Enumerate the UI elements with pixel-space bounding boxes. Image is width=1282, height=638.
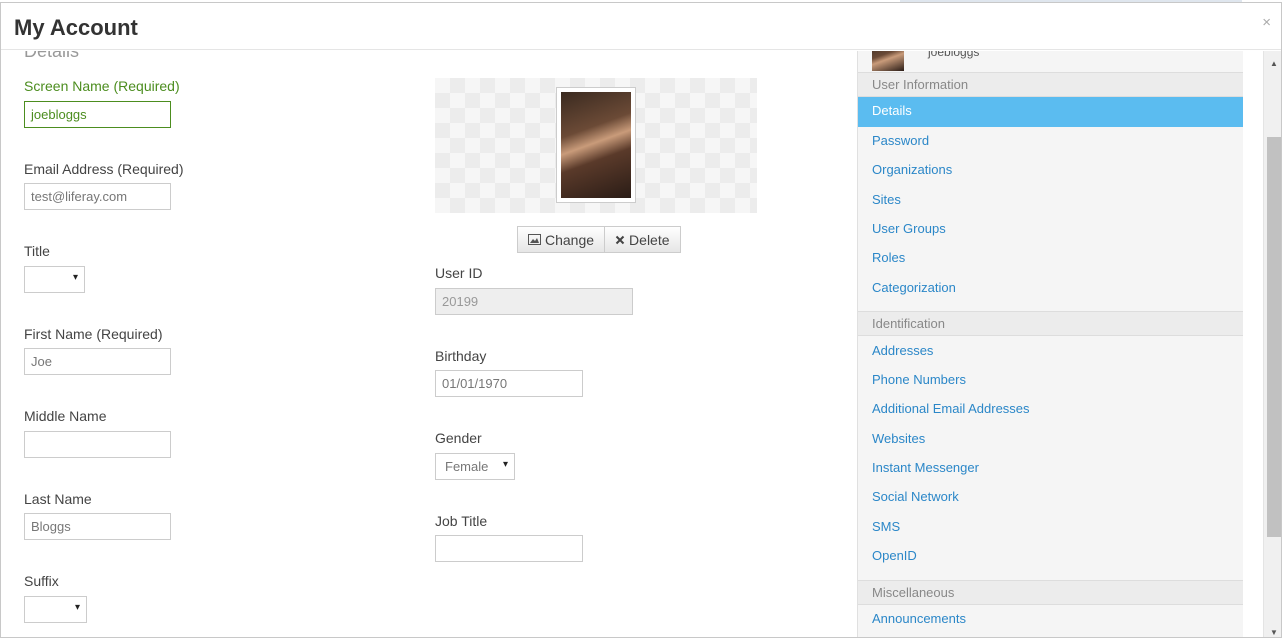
nav-item-openid[interactable]: OpenID bbox=[858, 542, 1243, 572]
change-label: Change bbox=[545, 231, 595, 248]
change-portrait-button[interactable]: Change bbox=[517, 226, 606, 253]
my-account-modal: My Account × Details Screen Name (Requir… bbox=[0, 2, 1282, 638]
user-name: joebloggs bbox=[928, 51, 980, 59]
middle-name-input[interactable] bbox=[24, 431, 171, 458]
first-name-input[interactable]: Joe bbox=[24, 348, 171, 375]
nav-item-instant-messenger[interactable]: Instant Messenger bbox=[858, 454, 1243, 484]
last-name-label: Last Name bbox=[24, 491, 92, 507]
nav-item-roles[interactable]: Roles bbox=[858, 244, 1243, 274]
title-select[interactable]: ▾ bbox=[24, 266, 85, 293]
suffix-select[interactable]: ▾ bbox=[24, 596, 87, 623]
screen-name-input[interactable]: joebloggs bbox=[24, 101, 171, 128]
nav-item-organizations[interactable]: Organizations bbox=[858, 156, 1243, 186]
gender-select-value: Female bbox=[445, 459, 489, 474]
nav-item-social-network[interactable]: Social Network bbox=[858, 483, 1243, 513]
job-title-input[interactable] bbox=[435, 535, 583, 562]
scrollbar[interactable]: ▲ ▼ bbox=[1263, 51, 1281, 637]
birthday-input[interactable]: 01/01/1970 bbox=[435, 370, 583, 397]
nav-item-sites[interactable]: Sites bbox=[858, 186, 1243, 216]
section-title: Details bbox=[24, 51, 80, 61]
chevron-down-icon: ▾ bbox=[72, 272, 78, 283]
delete-label: Delete bbox=[629, 231, 670, 248]
email-label: Email Address (Required) bbox=[24, 161, 184, 177]
email-input[interactable]: test@liferay.com bbox=[24, 183, 171, 210]
middle-name-label: Middle Name bbox=[24, 408, 107, 424]
image-icon bbox=[528, 234, 541, 245]
details-form: Details Screen Name (Required) joebloggs… bbox=[1, 51, 857, 637]
nav-item-sms[interactable]: SMS bbox=[858, 513, 1243, 543]
nav-item-announcements[interactable]: Announcements bbox=[858, 605, 1243, 635]
user-avatar bbox=[872, 51, 904, 71]
scroll-thumb[interactable] bbox=[1267, 137, 1281, 537]
user-portrait bbox=[556, 87, 636, 203]
nav-item-websites[interactable]: Websites bbox=[858, 425, 1243, 455]
user-id-label: User ID bbox=[435, 265, 483, 281]
birthday-label: Birthday bbox=[435, 348, 487, 364]
user-id-field: 20199 bbox=[435, 288, 633, 315]
modal-title: My Account bbox=[14, 15, 138, 40]
modal-header: My Account × bbox=[1, 3, 1281, 50]
close-icon[interactable]: × bbox=[1262, 14, 1271, 31]
nav-header-identification: Identification bbox=[858, 311, 1243, 336]
nav-item-password[interactable]: Password bbox=[858, 127, 1243, 157]
nav-item-categorization[interactable]: Categorization bbox=[858, 274, 1243, 304]
title-label: Title bbox=[24, 243, 50, 259]
nav-item-addresses[interactable]: Addresses bbox=[858, 337, 1243, 367]
portrait-actions: Change Delete bbox=[517, 226, 681, 253]
chevron-down-icon: ▾ bbox=[74, 602, 80, 613]
nav-header-miscellaneous: Miscellaneous bbox=[858, 580, 1243, 605]
nav-item-additional-email-addresses[interactable]: Additional Email Addresses bbox=[858, 395, 1243, 425]
job-title-label: Job Title bbox=[435, 513, 488, 529]
nav-item-phone-numbers[interactable]: Phone Numbers bbox=[858, 366, 1243, 396]
first-name-label: First Name (Required) bbox=[24, 326, 163, 342]
gender-select[interactable]: Female ▾ bbox=[435, 453, 515, 480]
nav-item-user-groups[interactable]: User Groups bbox=[858, 215, 1243, 245]
delete-portrait-button[interactable]: Delete bbox=[605, 226, 681, 253]
gender-label: Gender bbox=[435, 430, 482, 446]
x-icon bbox=[615, 235, 625, 244]
nav-header-user-information: User Information bbox=[858, 72, 1243, 97]
suffix-label: Suffix bbox=[24, 573, 59, 589]
nav-item-details[interactable]: Details bbox=[858, 97, 1243, 127]
scroll-down-arrow-icon[interactable]: ▼ bbox=[1270, 628, 1278, 637]
screen-name-label: Screen Name (Required) bbox=[24, 78, 180, 94]
chevron-down-icon: ▾ bbox=[502, 459, 508, 470]
scroll-up-arrow-icon[interactable]: ▲ bbox=[1270, 59, 1278, 68]
account-sidebar: joebloggs User Information Details Passw… bbox=[857, 51, 1243, 637]
portrait-image bbox=[561, 92, 631, 198]
portrait-area bbox=[435, 78, 757, 213]
last-name-input[interactable]: Bloggs bbox=[24, 513, 171, 540]
